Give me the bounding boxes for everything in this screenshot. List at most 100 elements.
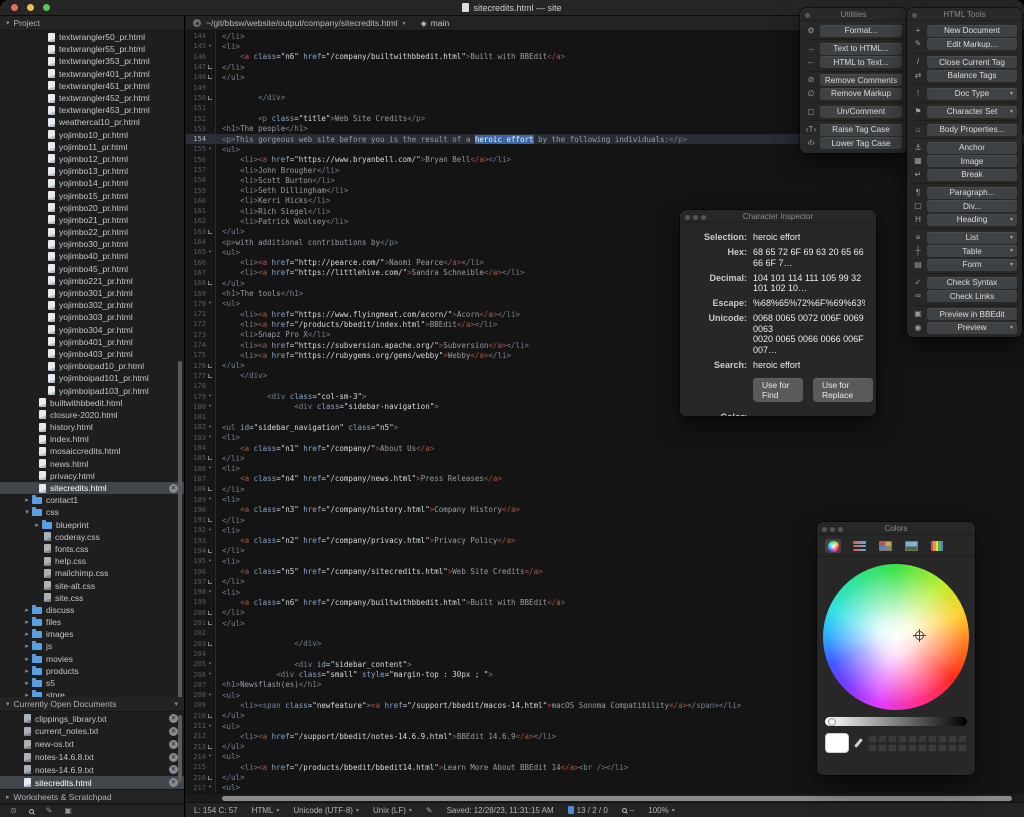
preview-in-bbedit-button[interactable]: Preview in BBEdit [927, 308, 1017, 320]
fold-end-icon[interactable] [206, 487, 214, 492]
table-button[interactable]: Table ▾ [927, 245, 1017, 257]
code-line[interactable]: 187 <a class="n4" href="/company/news.ht… [186, 473, 1024, 485]
code-line[interactable]: 172 <li><a href="/products/bbedit/index.… [186, 319, 1024, 330]
file-row[interactable]: textwrangler401_pr.html [0, 68, 184, 80]
disclosure-right-icon[interactable]: ▸ [22, 606, 32, 614]
code-line[interactable]: 163 </ul> [186, 226, 1024, 237]
div-button[interactable]: Div... [927, 200, 1017, 212]
raise-tag-case-button[interactable]: Raise Tag Case [820, 123, 902, 136]
pencils-tab[interactable] [929, 539, 945, 553]
folder-row[interactable]: ▸ files [0, 616, 184, 628]
code-line[interactable]: 190 <a class="n3" href="/company/history… [186, 504, 1024, 515]
swatch-cell[interactable] [948, 734, 957, 743]
file-row[interactable]: yojimbo30_pr.html [0, 238, 184, 250]
paragraph-button[interactable]: Paragraph... [927, 186, 1017, 199]
code-line[interactable]: 188 </li> [186, 484, 1024, 495]
anchor-button[interactable]: Anchor [927, 141, 1017, 154]
code-line[interactable]: 158 <li>Scott Burton</li> [186, 175, 1024, 186]
fold-open-icon[interactable]: ▾ [206, 527, 214, 533]
fold-open-icon[interactable]: ▾ [206, 497, 214, 502]
file-row[interactable]: fonts.css [0, 543, 184, 555]
fold-open-icon[interactable]: ▾ [206, 394, 214, 399]
close-current-tag-button[interactable]: Close Current Tag [927, 56, 1017, 68]
file-row[interactable]: yojimboipad10_pr.html [0, 360, 184, 372]
file-row[interactable]: yojimbo302_pr.html [0, 299, 184, 311]
zoom-control[interactable]: – [621, 806, 634, 815]
palette-window-buttons[interactable] [685, 214, 706, 220]
brightness-slider[interactable] [825, 717, 967, 726]
disclosure-right-icon[interactable]: ▸ [22, 679, 32, 687]
break-button[interactable]: Break [927, 168, 1017, 181]
file-row[interactable]: textwrangler452_pr.html [0, 92, 184, 104]
fold-end-icon[interactable] [206, 610, 214, 615]
list-button[interactable]: List ▾ [927, 231, 1017, 244]
code-line[interactable]: 160 <li>Kerri Hicks</li> [186, 195, 1024, 207]
use-for-find-button[interactable]: Use for Find [753, 378, 803, 402]
swatch-cell[interactable] [898, 743, 907, 752]
swatch-cell[interactable] [948, 743, 957, 752]
file-row[interactable]: privacy.html [0, 470, 184, 482]
code-line[interactable]: 217 ▾ <ul> [186, 782, 1024, 793]
swatch-cell[interactable] [918, 743, 927, 752]
un-comment-button[interactable]: Un/Comment [820, 105, 902, 118]
form-button[interactable]: Form ▾ [927, 258, 1017, 271]
language-menu[interactable]: HTML ▾ [252, 806, 280, 815]
heading-button[interactable]: Heading ▾ [927, 213, 1017, 226]
file-row[interactable]: textwrangler451_pr.html [0, 80, 184, 92]
swatch-cell[interactable] [898, 734, 907, 743]
code-line[interactable]: 182 ▾ <ul id="sidebar_navigation" class="n… [186, 422, 1024, 433]
file-row[interactable]: yojimbo304_pr.html [0, 324, 184, 336]
palette-close-button[interactable] [805, 12, 810, 18]
color-palettes-tab[interactable] [877, 539, 893, 553]
body-properties-button[interactable]: Body Properties... [927, 123, 1017, 136]
code-line[interactable]: 164 <p>with additional contributions by</… [186, 236, 1024, 248]
swatch-cell[interactable] [918, 734, 927, 743]
disclosure-right-icon[interactable]: ▸ [22, 667, 32, 675]
disclosure-right-icon[interactable]: ▸ [22, 630, 32, 638]
file-row[interactable]: yojimbo21_pr.html [0, 214, 184, 226]
palette-window-buttons[interactable] [822, 526, 843, 532]
code-line[interactable]: 168 </ul> [186, 278, 1024, 289]
file-row[interactable]: mailchimp.css [0, 567, 184, 579]
remove-comments-button[interactable]: Remove Comments [820, 74, 902, 86]
fold-end-icon[interactable] [206, 621, 214, 626]
code-line[interactable]: 173 <li>Snapz Pro X</li> [186, 329, 1024, 340]
folder-row[interactable]: ▸ blueprint [0, 519, 184, 531]
remove-markup-button[interactable]: Remove Markup [820, 87, 902, 100]
folder-row[interactable]: ▸ contact1 [0, 494, 184, 506]
text-to-html-button[interactable]: Text to HTML... [820, 42, 902, 55]
close-icon[interactable]: ✕ [169, 752, 178, 762]
fold-open-icon[interactable]: ▾ [206, 692, 214, 698]
counterparts-icon[interactable]: ⊙ [10, 806, 17, 816]
hscroll-thumb[interactable] [222, 795, 1012, 801]
folder-row[interactable]: ▸ discuss [0, 604, 184, 616]
editable-pencil-icon[interactable]: ✎ [426, 806, 433, 815]
swatch-cell[interactable] [888, 743, 897, 752]
image-palettes-tab[interactable] [903, 539, 919, 553]
swatch-cell[interactable] [938, 743, 947, 752]
check-links-button[interactable]: Check Links [927, 290, 1017, 302]
file-row[interactable]: yojimbo403_pr.html [0, 348, 184, 360]
colors-palette-titlebar[interactable]: Colors [817, 522, 975, 535]
code-line[interactable]: 189 ▾ <li> [186, 494, 1024, 505]
fold-open-icon[interactable]: ▾ [206, 558, 214, 564]
character-inspector-titlebar[interactable]: Character Inspector [680, 210, 876, 223]
file-row[interactable]: notes-14.6.9.txt ✕ [0, 763, 184, 776]
code-line[interactable]: 169 <h1>The tools</h1> [186, 288, 1024, 299]
code-line[interactable]: 177 </div> [186, 370, 1024, 382]
character-set-button[interactable]: Character Set ▾ [927, 105, 1017, 118]
file-row[interactable]: yojimbo11_pr.html [0, 141, 184, 153]
swatch-cell[interactable] [958, 743, 967, 752]
code-line[interactable]: 176 </ul> [186, 360, 1024, 371]
file-row[interactable]: yojimboipad103_pr.html [0, 384, 184, 396]
disclosure-down-icon[interactable]: ▾ [22, 508, 32, 516]
code-line[interactable]: 175 <li><a href="https://rubygems.org/ge… [186, 350, 1024, 361]
fold-open-icon[interactable]: ▾ [206, 672, 214, 677]
fold-open-icon[interactable]: ▾ [206, 589, 214, 595]
file-row[interactable]: yojimbo12_pr.html [0, 153, 184, 165]
sidebar-scrollbar[interactable] [178, 361, 182, 698]
project-header[interactable]: ▾ Project [0, 16, 184, 31]
file-row[interactable]: yojimbo401_pr.html [0, 336, 184, 348]
html-tools-palette-titlebar[interactable]: HTML Tools [907, 8, 1022, 21]
swatch-cell[interactable] [868, 734, 877, 743]
